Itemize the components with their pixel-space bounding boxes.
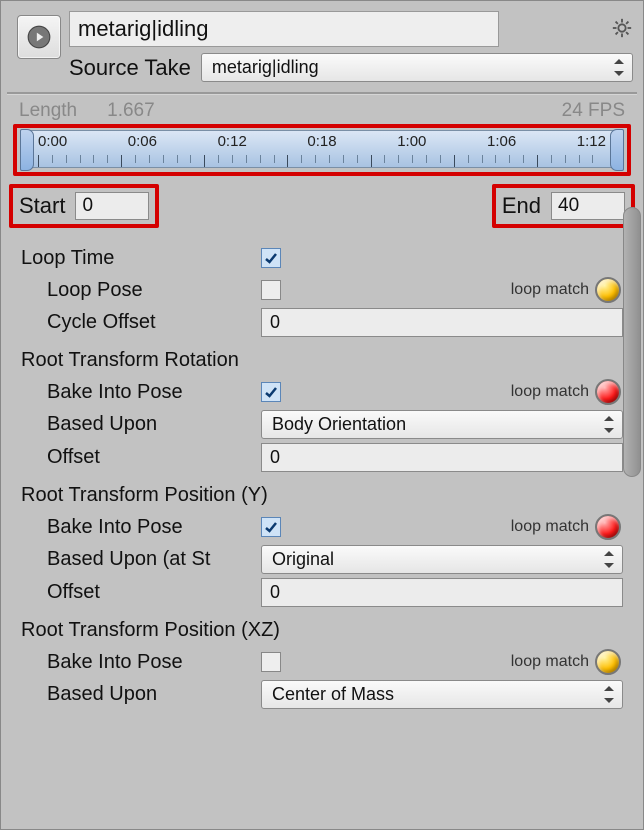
length-value: 1.667 <box>107 100 155 122</box>
root-posXZ-title: Root Transform Position (XZ) <box>21 609 623 646</box>
play-button[interactable] <box>17 15 61 59</box>
timeline-mark: 0:18 <box>307 133 336 150</box>
timeline[interactable]: 0:00 0:06 0:12 0:18 1:00 1:06 1:12 <box>21 130 623 168</box>
timeline-mark: 1:00 <box>397 133 426 150</box>
rot-based-dropdown[interactable]: Body Orientation <box>261 410 623 439</box>
loop-match-label: loop match <box>511 383 589 401</box>
rot-bake-label: Bake Into Pose <box>21 381 183 404</box>
loop-match-label: loop match <box>511 281 589 299</box>
timeline-mark: 1:06 <box>487 133 516 150</box>
posXZ-bake-label: Bake Into Pose <box>21 651 183 674</box>
posY-bake-label: Bake Into Pose <box>21 516 183 539</box>
posXZ-based-label: Based Upon <box>21 683 157 706</box>
loop-match-label: loop match <box>511 653 589 671</box>
source-take-dropdown[interactable]: metarig|idling <box>201 53 633 82</box>
timeline-mark: 1:12 <box>577 133 606 150</box>
posXZ-based-dropdown[interactable]: Center of Mass <box>261 680 623 709</box>
timeline-highlight-box: 0:00 0:06 0:12 0:18 1:00 1:06 1:12 <box>13 124 631 176</box>
rot-bake-checkbox[interactable] <box>261 382 281 402</box>
length-label: Length <box>19 100 77 122</box>
start-highlight-box: Start <box>9 184 159 228</box>
scrollbar-thumb[interactable] <box>623 207 641 477</box>
rot-based-label: Based Upon <box>21 413 157 436</box>
source-take-label: Source Take <box>69 55 191 81</box>
end-highlight-box: End <box>492 184 635 228</box>
posY-offset-input[interactable] <box>261 578 623 607</box>
start-input[interactable] <box>75 192 149 220</box>
posY-based-label: Based Upon (at St <box>21 548 210 571</box>
divider <box>7 92 637 94</box>
fps-label: 24 FPS <box>562 100 625 122</box>
clip-name-input[interactable] <box>69 11 499 47</box>
posY-based-dropdown[interactable]: Original <box>261 545 623 574</box>
cycle-offset-label: Cycle Offset <box>21 311 156 334</box>
end-label: End <box>502 193 541 219</box>
loop-pose-checkbox[interactable] <box>261 280 281 300</box>
timeline-handle-end[interactable] <box>610 129 624 171</box>
start-label: Start <box>19 193 65 219</box>
timeline-mark: 0:12 <box>218 133 247 150</box>
rot-offset-input[interactable] <box>261 443 623 472</box>
loop-time-checkbox[interactable] <box>261 248 281 268</box>
loop-match-label: loop match <box>511 518 589 536</box>
loop-time-label: Loop Time <box>21 247 114 270</box>
loop-match-indicator <box>595 277 621 303</box>
scrollbar[interactable] <box>623 207 641 829</box>
end-input[interactable] <box>551 192 625 220</box>
posY-offset-label: Offset <box>21 581 100 604</box>
rot-offset-label: Offset <box>21 446 100 469</box>
loop-pose-label: Loop Pose <box>21 279 143 302</box>
timeline-handle-start[interactable] <box>20 129 34 171</box>
loop-match-indicator <box>595 379 621 405</box>
loop-match-indicator <box>595 514 621 540</box>
loop-match-indicator <box>595 649 621 675</box>
root-rotation-title: Root Transform Rotation <box>21 339 623 376</box>
root-posY-title: Root Transform Position (Y) <box>21 474 623 511</box>
cycle-offset-input[interactable] <box>261 308 623 337</box>
posXZ-bake-checkbox[interactable] <box>261 652 281 672</box>
posY-bake-checkbox[interactable] <box>261 517 281 537</box>
timeline-mark: 0:00 <box>38 133 67 150</box>
gear-icon[interactable] <box>611 17 633 44</box>
timeline-mark: 0:06 <box>128 133 157 150</box>
